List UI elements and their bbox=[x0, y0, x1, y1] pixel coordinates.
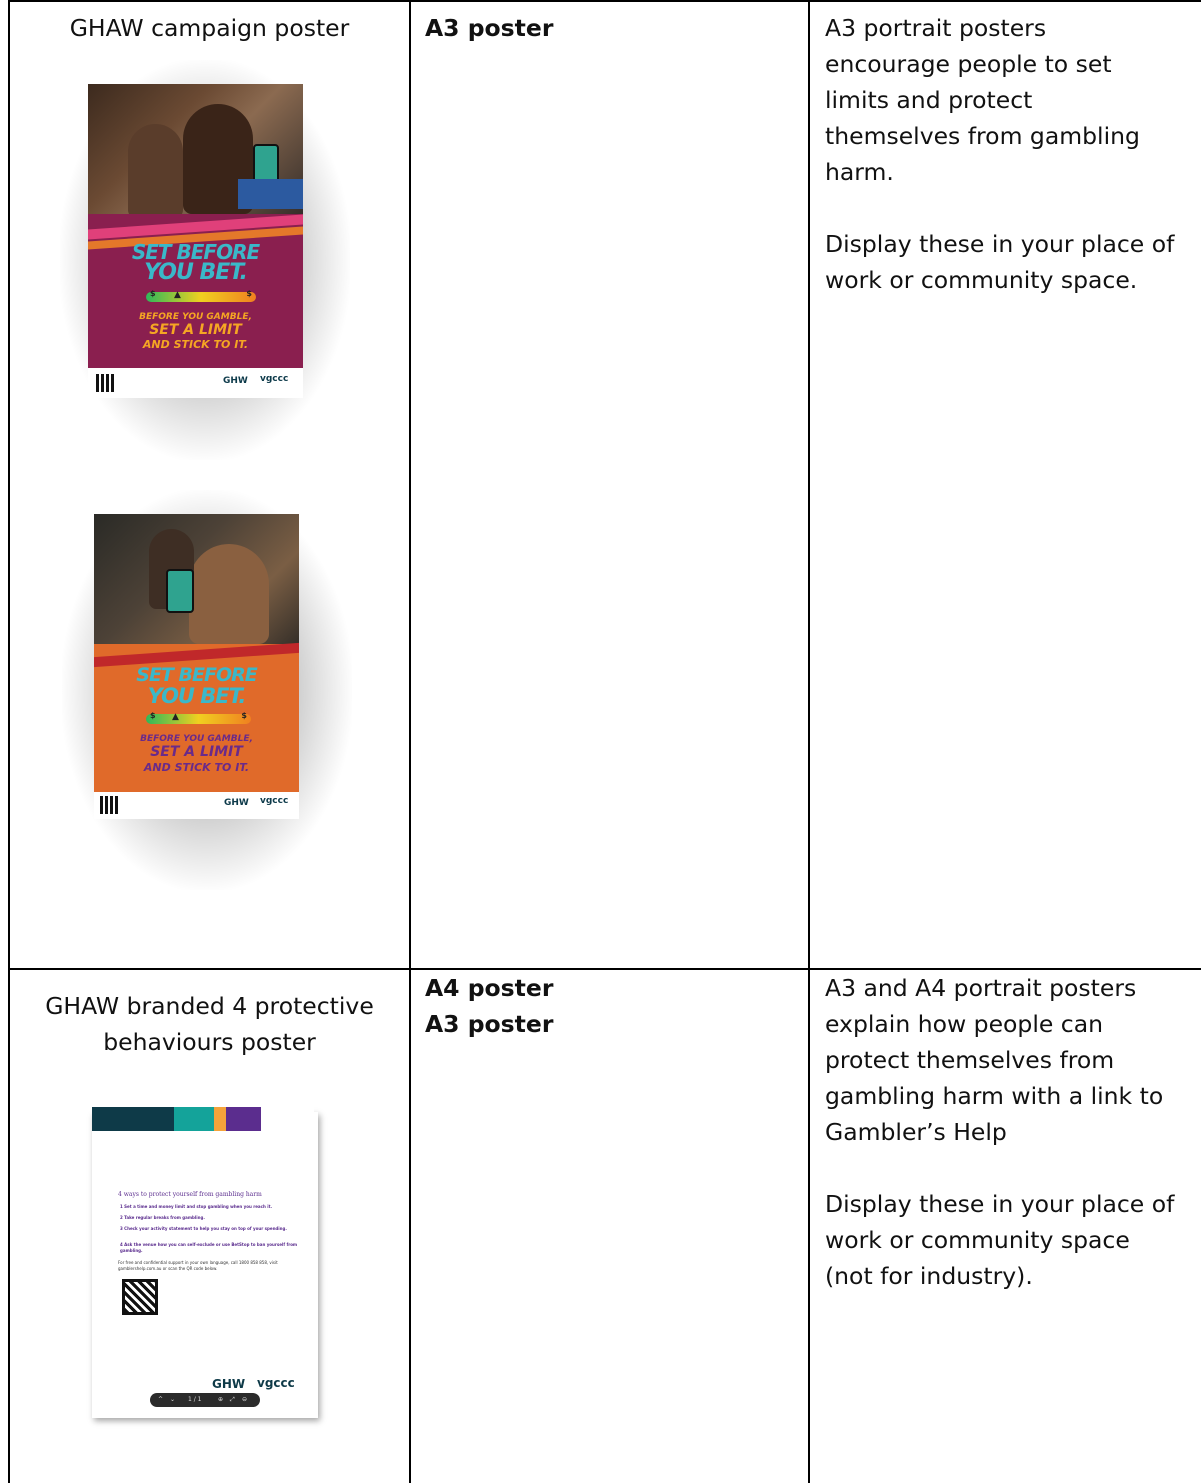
page-indicator: 1 / 1 bbox=[188, 1396, 202, 1403]
row-2-format-a4: A4 poster bbox=[425, 974, 554, 1002]
ghaw-logo: GHW bbox=[224, 798, 249, 808]
fit-icon[interactable]: ⤢ bbox=[230, 1393, 235, 1407]
chevron-up-icon[interactable]: ^ bbox=[158, 1393, 163, 1407]
doc-item: 4 Ask the venue how you can self-exclude… bbox=[120, 1242, 298, 1253]
desc-line: protect themselves from bbox=[825, 1046, 1115, 1074]
person-silhouette bbox=[189, 544, 269, 644]
qr-code-icon bbox=[122, 1279, 158, 1315]
person-silhouette bbox=[128, 124, 183, 219]
doc-item: 3 Check your activity statement to help … bbox=[120, 1226, 287, 1231]
chevron-down-icon[interactable]: ⌄ bbox=[170, 1393, 175, 1407]
zoom-out-icon[interactable]: ⊖ bbox=[242, 1393, 247, 1407]
vgccc-logo: vgccc bbox=[260, 374, 289, 384]
doc-item: 2 Take regular breaks from gambling. bbox=[120, 1215, 205, 1220]
desc-line: Display these in your place of bbox=[825, 1190, 1175, 1218]
poster-sub-2: SET A LIMIT bbox=[150, 744, 243, 760]
desc-line: encourage people to set bbox=[825, 50, 1112, 78]
campaign-poster-orange: SET BEFORE YOU BET. $ ▲ $ BEFORE YOU GAM… bbox=[94, 514, 299, 819]
ghaw-logo: GHW bbox=[223, 376, 248, 386]
colour-bar-dark bbox=[92, 1107, 174, 1131]
row-1-description: A3 portrait posters encourage people to … bbox=[825, 10, 1201, 298]
poster-sub-2: SET A LIMIT bbox=[149, 322, 242, 338]
desc-line: Gambler’s Help bbox=[825, 1118, 1007, 1146]
poster-headline-2: YOU BET. bbox=[144, 260, 248, 285]
scarf-stripe bbox=[238, 179, 303, 209]
poster-color-band: SET BEFORE YOU BET. $ ▲ $ BEFORE YOU GAM… bbox=[94, 642, 299, 792]
desc-spacer bbox=[825, 1150, 1201, 1186]
poster-headline-1: SET BEFORE bbox=[136, 664, 257, 686]
desc-line: limits and protect bbox=[825, 86, 1033, 114]
desc-line: A3 and A4 portrait posters bbox=[825, 974, 1137, 1002]
meter-marker-icon: ▲ bbox=[172, 712, 179, 722]
meter-left-label: $ bbox=[150, 289, 156, 298]
poster-headline-2: YOU BET. bbox=[147, 684, 247, 708]
ghaw-logo: GHW bbox=[212, 1377, 246, 1391]
poster-sub-1: BEFORE YOU GAMBLE, bbox=[139, 312, 252, 322]
table-border-top bbox=[8, 0, 1201, 2]
row-1-format-a3: A3 poster bbox=[425, 14, 554, 42]
desc-line: Display these in your place of bbox=[825, 230, 1175, 258]
desc-line: harm. bbox=[825, 158, 894, 186]
desc-line: work or community space bbox=[825, 1226, 1130, 1254]
row-2-title-line: GHAW branded 4 protective bbox=[45, 992, 374, 1020]
table-column-divider-1 bbox=[409, 0, 411, 1483]
meter-right-label: $ bbox=[241, 711, 247, 720]
meter-marker-icon: ▲ bbox=[174, 290, 181, 300]
campaign-poster-purple: SET BEFORE YOU BET. $ ▲ $ BEFORE YOU GAM… bbox=[88, 84, 303, 398]
pdf-viewer-toolbar[interactable]: ^ ⌄ 1 / 1 ⊕ ⤢ ⊖ bbox=[150, 1393, 260, 1407]
desc-spacer bbox=[825, 190, 1201, 226]
qr-code-icon bbox=[96, 374, 114, 392]
colour-bar-purple bbox=[226, 1107, 261, 1131]
colour-bar-teal bbox=[174, 1107, 214, 1131]
doc-footer: For free and confidential support in you… bbox=[118, 1260, 278, 1271]
row-1-title: GHAW campaign poster bbox=[69, 14, 350, 42]
poster-color-band: SET BEFORE YOU BET. $ ▲ $ BEFORE YOU GAM… bbox=[88, 214, 303, 368]
desc-line: explain how people can bbox=[825, 1010, 1103, 1038]
poster-sub-1: BEFORE YOU GAMBLE, bbox=[140, 734, 253, 744]
vgccc-logo: vgccc bbox=[260, 796, 289, 806]
poster-sub-3: AND STICK TO IT. bbox=[143, 761, 250, 774]
limit-meter: $ ▲ $ bbox=[146, 711, 251, 724]
colour-bar-orange bbox=[214, 1107, 226, 1131]
meter-left-label: $ bbox=[150, 711, 156, 720]
resource-table: GHAW campaign poster A3 poster A3 portra… bbox=[0, 0, 1201, 1483]
doc-heading: 4 ways to protect yourself from gambling… bbox=[118, 1191, 262, 1198]
row-2-description: A3 and A4 portrait posters explain how p… bbox=[825, 970, 1201, 1294]
phone-icon bbox=[166, 569, 194, 613]
row-2-format-a3: A3 poster bbox=[425, 1010, 554, 1038]
zoom-in-icon[interactable]: ⊕ bbox=[218, 1393, 223, 1407]
qr-code-icon bbox=[100, 796, 118, 814]
row-2-title-line: behaviours poster bbox=[103, 1028, 316, 1056]
protective-behaviours-poster: 4 ways to protect yourself from gambling… bbox=[92, 1107, 314, 1413]
desc-line: gambling harm with a link to bbox=[825, 1082, 1164, 1110]
limit-meter: $ ▲ $ bbox=[146, 289, 256, 302]
doc-item: 1 Set a time and money limit and stop ga… bbox=[120, 1204, 273, 1209]
desc-line: work or community space. bbox=[825, 266, 1138, 294]
vgccc-logo: vgccc bbox=[257, 1376, 295, 1390]
desc-line: (not for industry). bbox=[825, 1262, 1033, 1290]
desc-line: A3 portrait posters bbox=[825, 14, 1047, 42]
poster-sub-3: AND STICK TO IT. bbox=[142, 338, 249, 351]
poster-photo bbox=[94, 514, 299, 654]
table-border-left bbox=[8, 0, 10, 1483]
meter-right-label: $ bbox=[246, 289, 252, 298]
desc-line: themselves from gambling bbox=[825, 122, 1140, 150]
poster-photo bbox=[88, 84, 303, 224]
table-column-divider-2 bbox=[808, 0, 810, 1483]
row-2-title: GHAW branded 4 protective behaviours pos… bbox=[10, 988, 409, 1060]
